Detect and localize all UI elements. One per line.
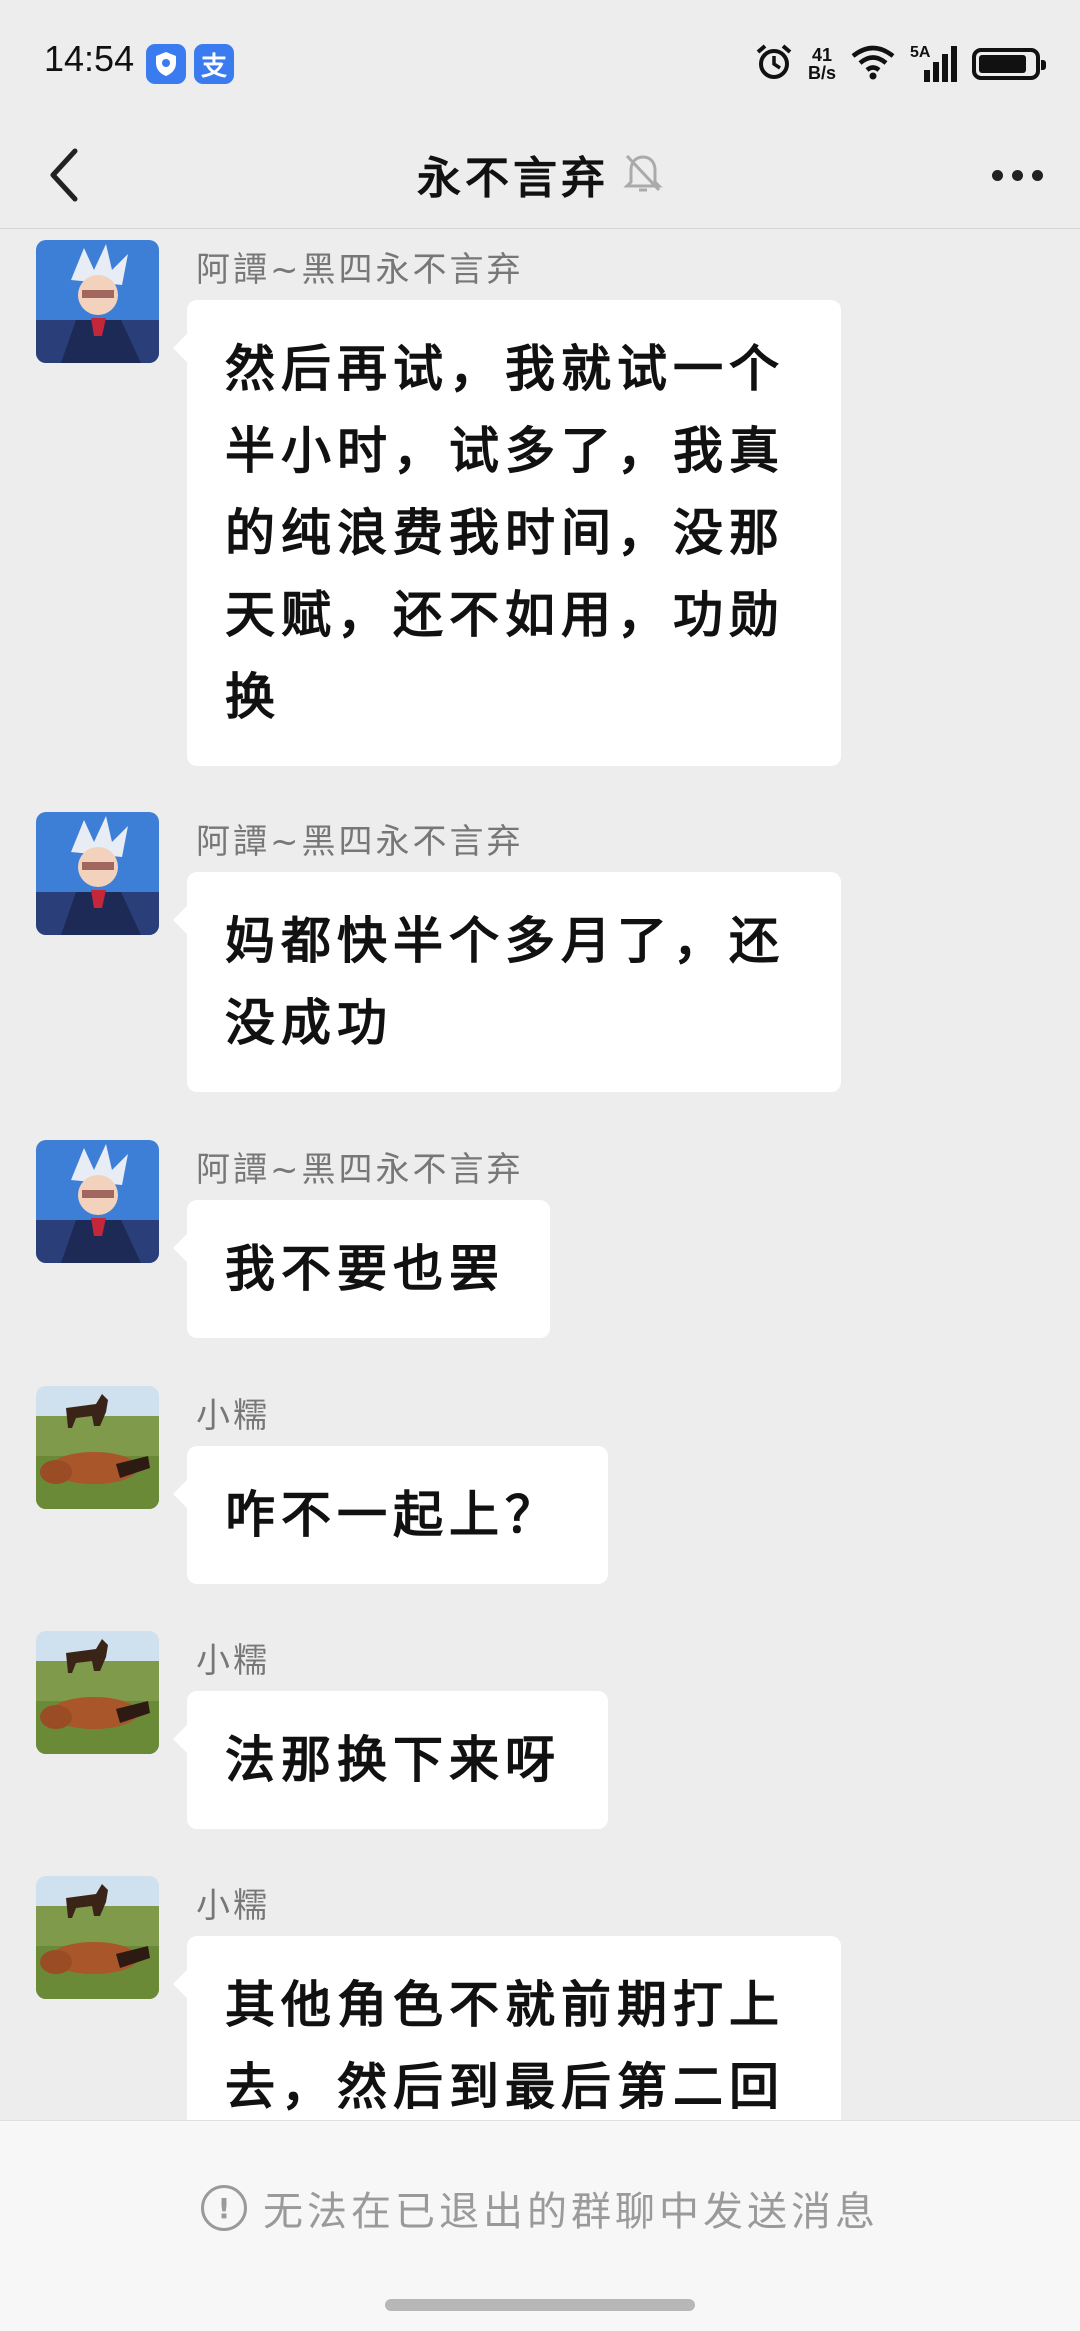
net-speed-value: 41 xyxy=(811,45,832,65)
message-line: 半小时，试多了，我真 xyxy=(225,422,785,480)
sender-name: 小糯 xyxy=(196,1886,270,1926)
anime-avatar[interactable] xyxy=(36,812,159,935)
alarm-icon xyxy=(754,42,794,86)
sender-name: 小糯 xyxy=(196,1641,270,1681)
more-icon-dot xyxy=(991,169,1003,181)
shield-app-icon xyxy=(146,44,186,84)
more-icon-dot xyxy=(1031,169,1043,181)
message-line: 没成功 xyxy=(225,994,393,1052)
message-line: 我不要也罢 xyxy=(225,1240,505,1298)
sender-name: 阿譚~黑四永不言弃 xyxy=(196,822,524,862)
battery-icon xyxy=(972,48,1046,80)
title-group: 永不言弃 xyxy=(0,120,1080,228)
input-disabled-bar: ! 无法在已退出的群聊中发送消息 xyxy=(0,2120,1080,2331)
message-line: 去，然后到最后第二回 xyxy=(225,2058,785,2116)
message-line: 换 xyxy=(225,668,281,726)
message-line: 然后再试，我就试一个 xyxy=(225,340,785,398)
net-speed: 41 B/s xyxy=(808,46,836,82)
message-bubble[interactable]: 其他角色不就前期打上 去，然后到最后第二回 xyxy=(173,1936,841,2120)
bell-muted-icon xyxy=(623,150,663,198)
status-bar: 14:54 支 41 B/s 5A xyxy=(0,0,1080,120)
info-icon: ! xyxy=(201,2185,247,2231)
notice-text: 无法在已退出的群聊中发送消息 xyxy=(263,2189,879,2235)
page-title: 永不言弃 xyxy=(417,153,609,204)
chat-header: 永不言弃 xyxy=(0,120,1080,229)
home-indicator[interactable] xyxy=(385,2299,695,2311)
disabled-notice: ! 无法在已退出的群聊中发送消息 xyxy=(0,2179,1080,2237)
message-line: 妈都快半个多月了，还 xyxy=(225,912,785,970)
horse-avatar[interactable] xyxy=(36,1876,159,1999)
message-bubble[interactable]: 法那换下来呀 xyxy=(173,1691,608,1829)
message-line: 咋不一起上？ xyxy=(225,1486,561,1544)
anime-avatar[interactable] xyxy=(36,1140,159,1263)
wifi-icon xyxy=(850,44,896,84)
message-line: 法那换下来呀 xyxy=(225,1731,561,1789)
sender-name: 阿譚~黑四永不言弃 xyxy=(196,1150,524,1190)
more-button[interactable] xyxy=(982,150,1052,200)
message-bubble[interactable]: 我不要也罢 xyxy=(173,1200,550,1338)
chat-message-list[interactable]: 阿譚~黑四永不言弃 然后再试，我就试一个 半小时，试多了，我真 的纯浪费我时间，… xyxy=(0,229,1080,2120)
signal-icon: 5A xyxy=(910,44,958,84)
horse-avatar[interactable] xyxy=(36,1631,159,1754)
status-icons: 41 B/s 5A xyxy=(754,40,1046,88)
anime-avatar[interactable] xyxy=(36,240,159,363)
message-line: 天赋，还不如用，功勋 xyxy=(225,586,785,644)
sender-name: 阿譚~黑四永不言弃 xyxy=(196,250,524,290)
status-time: 14:54 xyxy=(44,38,135,79)
message-line: 的纯浪费我时间，没那 xyxy=(225,504,785,562)
message-bubble[interactable]: 妈都快半个多月了，还 没成功 xyxy=(173,872,841,1092)
horse-avatar[interactable] xyxy=(36,1386,159,1509)
more-icon-dot xyxy=(1011,169,1023,181)
net-speed-unit: B/s xyxy=(807,63,836,83)
alipay-badge: 支 xyxy=(194,44,234,84)
message-bubble[interactable]: 咋不一起上？ xyxy=(173,1446,608,1584)
message-line: 其他角色不就前期打上 xyxy=(225,1976,785,2034)
message-bubble[interactable]: 然后再试，我就试一个 半小时，试多了，我真 的纯浪费我时间，没那 天赋，还不如用… xyxy=(173,300,841,766)
sender-name: 小糯 xyxy=(196,1396,270,1436)
